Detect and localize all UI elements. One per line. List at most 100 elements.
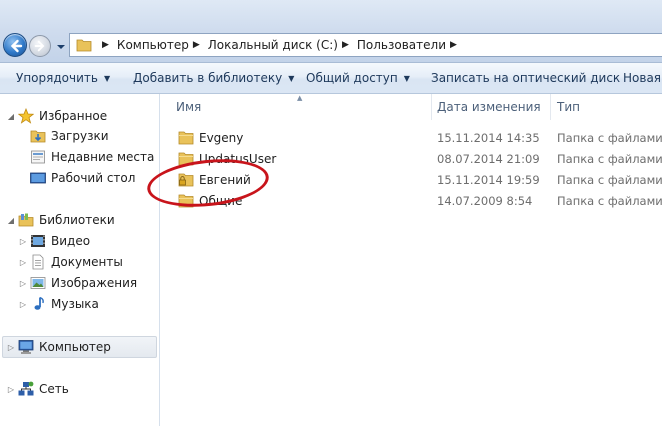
expand-icon[interactable]: ▷ — [18, 237, 28, 246]
column-header-date[interactable]: Дата изменения — [437, 94, 541, 120]
column-type-label: Тип — [557, 100, 580, 114]
nav-favorites-label: Избранное — [39, 109, 108, 123]
file-name: Evgeny — [199, 131, 244, 145]
pictures-icon — [30, 277, 46, 289]
column-name-label: Имя — [176, 100, 202, 114]
file-date: 14.07.2009 8:54 — [437, 194, 533, 208]
crumb-separator-icon[interactable]: ▶ — [193, 40, 200, 50]
navigation-pane: ◢ Избранное Загрузки Недавние места Рабо… — [0, 94, 160, 426]
column-divider[interactable] — [550, 94, 551, 120]
recent-pages-dropdown-icon[interactable] — [56, 43, 66, 51]
documents-icon — [32, 254, 44, 270]
nav-network-label: Сеть — [39, 382, 69, 396]
chevron-down-icon: ▼ — [288, 74, 295, 83]
expand-icon[interactable]: ▷ — [18, 258, 28, 267]
nav-item-label: Видео — [51, 234, 91, 248]
nav-libraries-label: Библиотеки — [39, 213, 115, 227]
libraries-icon — [18, 213, 34, 227]
share-button[interactable]: Общий доступ ▼ — [306, 71, 410, 85]
organize-button[interactable]: Упорядочить ▼ — [16, 71, 110, 85]
music-note-icon — [34, 296, 44, 310]
burn-button[interactable]: Записать на оптический диск — [431, 71, 620, 85]
file-name: Общие — [199, 194, 243, 208]
expand-icon[interactable]: ▷ — [18, 279, 28, 288]
locked-folder-icon — [178, 173, 194, 187]
crumb-local-disk[interactable]: Локальный диск (C:) — [208, 38, 338, 52]
collapse-icon[interactable]: ◢ — [6, 112, 16, 121]
expand-icon[interactable]: ▷ — [6, 343, 16, 352]
file-name: Евгений — [199, 173, 251, 187]
folder-icon — [178, 152, 194, 166]
column-header-name[interactable]: Имя — [176, 94, 201, 120]
collapse-icon[interactable]: ◢ — [6, 216, 16, 225]
add-to-library-button[interactable]: Добавить в библиотеку ▼ — [133, 71, 294, 85]
crumb-users[interactable]: Пользователи — [357, 38, 446, 52]
nav-network[interactable]: ▷ Сеть — [6, 379, 69, 399]
table-row[interactable]: Евгений 15.11.2014 19:59 Папка с файлами — [161, 169, 662, 190]
file-date: 15.11.2014 19:59 — [437, 173, 540, 187]
file-date: 08.07.2014 21:09 — [437, 152, 540, 166]
recent-places-icon — [31, 150, 45, 164]
file-list: ▲ Имя Дата изменения Тип Evgeny 15.11.20… — [161, 94, 662, 426]
file-type: Папка с файлами — [557, 173, 662, 187]
downloads-folder-icon — [30, 130, 46, 143]
nav-item-label: Документы — [51, 255, 123, 269]
expand-icon[interactable]: ▷ — [6, 385, 16, 394]
nav-item-desktop[interactable]: Рабочий стол — [30, 168, 135, 188]
nav-item-downloads[interactable]: Загрузки — [30, 126, 109, 146]
nav-item-label: Музыка — [51, 297, 99, 311]
table-row[interactable]: UpdatusUser 08.07.2014 21:09 Папка с фай… — [161, 148, 662, 169]
back-button[interactable] — [3, 33, 27, 57]
burn-label: Записать на оптический диск — [431, 71, 621, 85]
file-type: Папка с файлами — [557, 131, 662, 145]
folder-icon — [178, 131, 194, 145]
table-row[interactable]: Evgeny 15.11.2014 14:35 Папка с файлами — [161, 127, 662, 148]
sort-ascending-icon: ▲ — [297, 94, 303, 102]
nav-libraries[interactable]: ◢ Библиотеки — [6, 210, 115, 230]
arrow-left-icon — [10, 39, 23, 53]
computer-icon — [18, 340, 34, 354]
star-icon — [18, 108, 34, 124]
chevron-down-icon: ▼ — [403, 74, 410, 83]
chevron-down-icon: ▼ — [103, 74, 111, 83]
crumb-separator-icon[interactable]: ▶ — [450, 40, 457, 50]
column-divider[interactable] — [431, 94, 432, 120]
folder-icon — [76, 39, 92, 52]
nav-computer[interactable]: ▷ Компьютер — [6, 337, 111, 357]
crumb-computer[interactable]: Компьютер — [117, 38, 189, 52]
table-row[interactable]: Общие 14.07.2009 8:54 Папка с файлами — [161, 190, 662, 211]
new-folder-label: Новая п — [623, 71, 662, 85]
network-icon — [18, 381, 34, 396]
nav-item-label: Рабочий стол — [51, 171, 136, 185]
crumb-separator-icon[interactable]: ▶ — [102, 40, 109, 50]
address-bar-area: ▶ Компьютер ▶ Локальный диск (C:) ▶ Поль… — [0, 0, 662, 62]
file-date: 15.11.2014 14:35 — [437, 131, 540, 145]
organize-label: Упорядочить — [16, 71, 98, 85]
video-icon — [31, 235, 45, 247]
file-type: Папка с файлами — [557, 194, 662, 208]
nav-item-label: Изображения — [51, 276, 138, 290]
column-date-label: Дата изменения — [437, 100, 541, 114]
nav-computer-label: Компьютер — [39, 340, 111, 354]
new-folder-button[interactable]: Новая п — [623, 71, 662, 85]
nav-favorites[interactable]: ◢ Избранное — [6, 106, 107, 126]
file-type: Папка с файлами — [557, 152, 662, 166]
nav-item-music[interactable]: ▷ Музыка — [18, 294, 99, 314]
desktop-icon — [30, 172, 46, 184]
nav-item-label: Загрузки — [51, 129, 109, 143]
share-label: Общий доступ — [306, 71, 398, 85]
add-to-library-label: Добавить в библиотеку — [133, 71, 283, 85]
column-header-type[interactable]: Тип — [557, 94, 580, 120]
nav-item-documents[interactable]: ▷ Документы — [18, 252, 123, 272]
expand-icon[interactable]: ▷ — [18, 300, 28, 309]
nav-item-recent-places[interactable]: Недавние места — [30, 147, 154, 167]
address-box[interactable]: ▶ Компьютер ▶ Локальный диск (C:) ▶ Поль… — [69, 33, 662, 57]
crumb-separator-icon[interactable]: ▶ — [342, 40, 349, 50]
nav-item-label: Недавние места — [51, 150, 155, 164]
nav-item-video[interactable]: ▷ Видео — [18, 231, 90, 251]
folder-icon — [178, 194, 194, 208]
nav-item-pictures[interactable]: ▷ Изображения — [18, 273, 137, 293]
arrow-right-icon — [34, 40, 45, 52]
file-name: UpdatusUser — [199, 152, 277, 166]
forward-button[interactable] — [29, 35, 51, 57]
